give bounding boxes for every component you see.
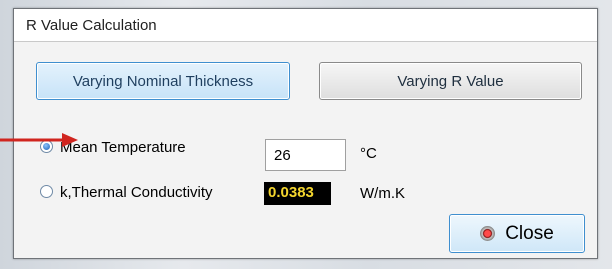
thermal-conductivity-radio[interactable] [40,185,53,198]
tab-label: Varying Nominal Thickness [72,72,254,90]
tab-label: Varying R Value [397,72,504,90]
mean-temperature-unit: °C [360,145,377,162]
dialog-titlebar: R Value Calculation [14,9,597,42]
thermal-conductivity-label: k,Thermal Conductivity [60,184,213,201]
thermal-conductivity-unit: W/m.K [360,185,405,202]
close-button-label: Close [505,222,554,244]
annotation-arrow-icon [0,133,78,147]
close-icon [480,226,496,241]
thermal-conductivity-value: 0.0383 [264,182,331,205]
tab-varying-nominal-thickness[interactable]: Varying Nominal Thickness [36,62,290,100]
tab-varying-r-value[interactable]: Varying R Value [319,62,582,100]
mean-temperature-value: 26 [274,147,291,164]
r-value-dialog: R Value Calculation Varying Nominal Thic… [13,8,598,259]
mean-temperature-input[interactable]: 26 [265,139,346,171]
dialog-title: R Value Calculation [26,17,157,34]
close-button[interactable]: Close [449,214,585,253]
